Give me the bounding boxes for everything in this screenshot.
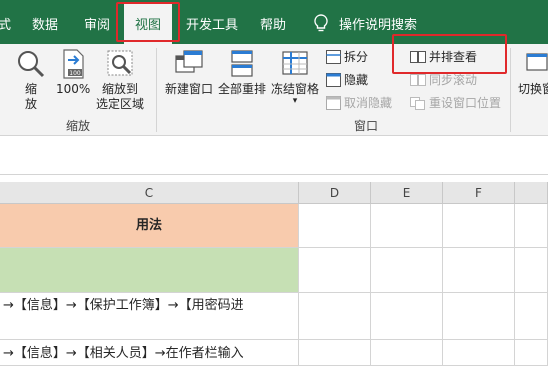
unhide-label: 取消隐藏 — [344, 96, 393, 110]
zoom-label-2: 放 — [24, 97, 37, 111]
group-separator — [156, 48, 157, 132]
switch-windows-icon — [526, 53, 548, 71]
tab-help[interactable]: 帮助 — [260, 14, 286, 33]
unhide-button[interactable]: 取消隐藏 — [326, 94, 392, 111]
grid-cell[interactable] — [515, 293, 548, 340]
green-section-cell[interactable] — [0, 248, 299, 293]
switch-windows-label: 切换窗 — [518, 82, 548, 96]
grid-cell[interactable] — [515, 204, 548, 248]
usage-cell-related-people[interactable]: →【信息】→【相关人员】→在作者栏输入 — [0, 340, 299, 366]
zoom-to-selection-button[interactable]: 缩放到 选定区域 — [94, 48, 146, 112]
arrange-all-button[interactable]: 全部重排 — [216, 48, 268, 97]
grid-cell[interactable] — [299, 248, 371, 293]
usage-cell-protect-workbook[interactable]: →【信息】→【保护工作簿】→【用密码进 — [0, 293, 299, 340]
hide-button[interactable]: 隐藏 — [326, 71, 368, 88]
lightbulb-icon[interactable] — [312, 13, 330, 33]
grid-top-gap — [0, 175, 548, 182]
column-header-f[interactable]: F — [443, 182, 515, 204]
hide-label: 隐藏 — [344, 73, 369, 87]
grid-cell[interactable] — [299, 293, 371, 340]
grid-cell[interactable] — [299, 204, 371, 248]
reset-window-icon — [410, 96, 425, 110]
arrange-all-label: 全部重排 — [217, 82, 266, 96]
grid-cell[interactable] — [299, 340, 371, 366]
zoom-selection-icon — [107, 50, 133, 76]
tab-review[interactable]: 审阅 — [84, 14, 110, 33]
freeze-panes-icon — [282, 51, 308, 75]
new-window-label: 新建窗口 — [164, 82, 213, 96]
grid-cell[interactable] — [371, 340, 443, 366]
switch-windows-button[interactable]: 切换窗 — [518, 48, 548, 97]
column-header-partial[interactable] — [515, 182, 548, 204]
zoom-100-button[interactable]: 100 100% — [56, 48, 90, 97]
grid-cell[interactable] — [371, 293, 443, 340]
grid-cell[interactable] — [443, 293, 515, 340]
new-window-icon — [175, 50, 203, 73]
freeze-panes-dropdown-icon: ▾ — [292, 96, 298, 106]
tab-developer[interactable]: 开发工具 — [186, 14, 238, 33]
view-tab-highlight — [116, 2, 180, 42]
zoom-selection-label-2: 选定区域 — [95, 97, 144, 111]
svg-text:100: 100 — [69, 70, 81, 77]
sync-scroll-icon — [410, 73, 426, 86]
grid-cell[interactable] — [371, 248, 443, 293]
freeze-panes-button[interactable]: 冻结窗格 ▾ — [270, 48, 320, 106]
tab-data[interactable]: 数据 — [32, 14, 58, 33]
tab-partial[interactable]: 式 — [0, 14, 11, 33]
column-header-c[interactable]: C — [0, 182, 299, 204]
grid-cell[interactable] — [443, 248, 515, 293]
freeze-panes-label: 冻结窗格 — [270, 82, 319, 96]
split-icon — [326, 49, 341, 64]
zoom-label-1: 缩 — [24, 82, 37, 96]
column-header-d[interactable]: D — [299, 182, 371, 204]
grid-cell[interactable] — [515, 248, 548, 293]
formula-bar[interactable] — [0, 137, 548, 175]
hundred-percent-icon: 100 — [63, 49, 84, 79]
zoom-100-label: 100% — [56, 82, 91, 96]
reset-window-position-button[interactable]: 重设窗口位置 — [410, 94, 501, 111]
split-label: 拆分 — [344, 50, 369, 64]
column-header-e[interactable]: E — [371, 182, 443, 204]
zoom-selection-label-1: 缩放到 — [101, 82, 138, 96]
unhide-icon — [326, 95, 341, 110]
reset-window-label: 重设窗口位置 — [429, 96, 502, 110]
zoom-icon — [18, 51, 45, 78]
zoom-group-label: 缩放 — [66, 119, 91, 133]
window-group-label: 窗口 — [354, 119, 379, 133]
grid-cell[interactable] — [443, 340, 515, 366]
side-by-side-highlight — [392, 34, 507, 74]
new-window-button[interactable]: 新建窗口 — [163, 48, 215, 97]
header-cell-usage[interactable]: 用法 — [0, 204, 299, 248]
grid-cell[interactable] — [515, 340, 548, 366]
zoom-button[interactable]: 缩 放 — [16, 48, 46, 112]
arrange-all-icon — [231, 50, 253, 77]
tell-me-search[interactable]: 操作说明搜索 — [339, 14, 417, 33]
grid-cell[interactable] — [443, 204, 515, 248]
grid-cell[interactable] — [371, 204, 443, 248]
ribbon-view-panel: 缩 放 100 100% 缩放到 选定区域 缩放 新建窗口 全部重排 冻结窗格 … — [0, 34, 548, 136]
group-separator — [510, 48, 511, 132]
hide-icon — [326, 72, 341, 87]
split-button[interactable]: 拆分 — [326, 48, 368, 65]
